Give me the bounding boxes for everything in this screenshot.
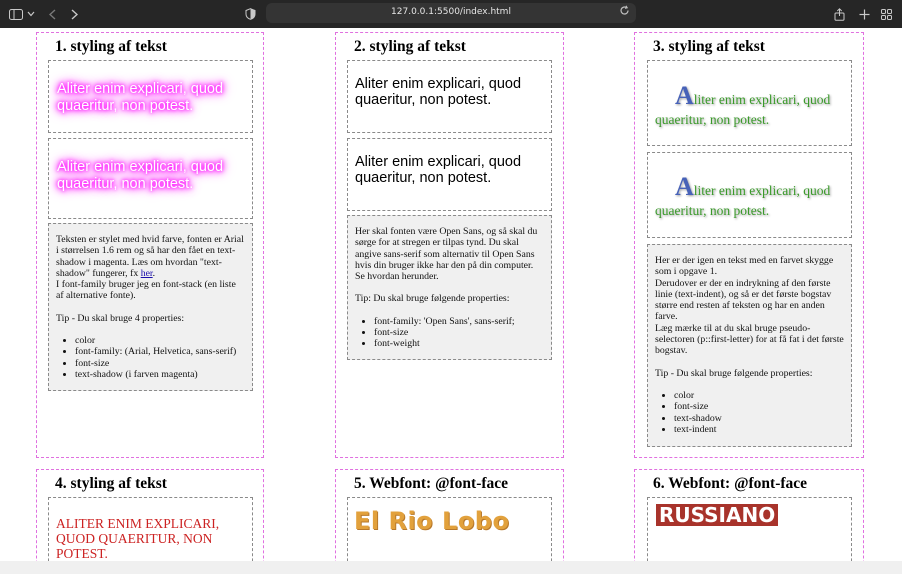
instructions-box: Teksten er stylet med hvid farve, fonten… <box>48 223 253 391</box>
drop-cap: A <box>675 81 694 110</box>
list-item: text-shadow (i farven magenta) <box>75 369 245 380</box>
example-box-6: RUSSIANO <box>647 497 852 561</box>
instructions-text: Læg mærke til at du skal bruge pseudo-se… <box>655 322 844 357</box>
glow-text: Aliter enim explicari, quod quaeritur, n… <box>57 159 224 192</box>
glow-text: Aliter enim explicari, quod quaeritur, n… <box>57 81 224 114</box>
list-item: font-size <box>75 358 245 369</box>
exercise-6: 6. Webfont: @font-face RUSSIANO <box>634 469 864 561</box>
new-tab-icon[interactable] <box>857 5 871 23</box>
properties-list: color font-size text-shadow text-indent <box>655 390 844 435</box>
reload-icon[interactable] <box>619 5 630 19</box>
instructions-box: Her skal fonten være Open Sans, og så sk… <box>347 215 552 360</box>
instructions-text: I font-family bruger jeg en font-stack (… <box>56 279 236 302</box>
indented-text: Aliter enim explicari, quod quaeritur, n… <box>655 172 831 219</box>
example-box-1a: Aliter enim explicari, quod quaeritur, n… <box>48 60 253 133</box>
exercise-5: 5. Webfont: @font-face El Rio Lobo <box>335 469 564 561</box>
instructions-text: Her er der igen en tekst med en farvet s… <box>655 255 834 278</box>
address-bar[interactable]: 127.0.0.1:5500/index.html <box>266 3 636 23</box>
back-icon[interactable] <box>46 5 58 23</box>
forward-icon[interactable] <box>68 5 80 23</box>
sans-text: Aliter enim explicari, quod quaeritur, n… <box>355 154 522 186</box>
bottom-bar <box>0 561 902 574</box>
share-icon[interactable] <box>832 5 846 23</box>
list-item: font-weight <box>374 338 544 349</box>
exercise-4: 4. styling af tekst Aliter enim explicar… <box>36 469 264 561</box>
webfont-sample: RUSSIANO <box>656 504 779 526</box>
drop-cap: A <box>675 172 694 201</box>
properties-list: font-family: 'Open Sans', sans-serif; fo… <box>355 316 544 350</box>
page-content: 1. styling af tekst Aliter enim explicar… <box>0 28 902 561</box>
list-item: color <box>75 335 245 346</box>
list-item: color <box>674 390 844 401</box>
example-box-5: El Rio Lobo <box>347 497 552 561</box>
chevron-down-icon[interactable] <box>26 5 36 23</box>
exercise-1-title: 1. styling af tekst <box>55 38 167 55</box>
shield-icon[interactable] <box>243 5 257 23</box>
sidebar-icon[interactable] <box>8 5 24 23</box>
exercise-5-title: 5. Webfont: @font-face <box>354 475 509 492</box>
list-item: font-family: 'Open Sans', sans-serif; <box>374 316 544 327</box>
sans-text: Aliter enim explicari, quod quaeritur, n… <box>355 76 522 108</box>
exercise-1: 1. styling af tekst Aliter enim explicar… <box>36 32 264 458</box>
browser-toolbar: 127.0.0.1:5500/index.html <box>0 0 902 28</box>
list-item: text-shadow <box>674 413 844 424</box>
url-text: 127.0.0.1:5500/index.html <box>391 7 511 17</box>
example-box-2b: Aliter enim explicari, quod quaeritur, n… <box>347 138 552 211</box>
tab-overview-icon[interactable] <box>879 5 893 23</box>
list-item: font-size <box>374 327 544 338</box>
example-box-2a: Aliter enim explicari, quod quaeritur, n… <box>347 60 552 133</box>
exercise-6-title: 6. Webfont: @font-face <box>653 475 808 492</box>
exercise-2: 2. styling af tekst Aliter enim explicar… <box>335 32 564 458</box>
instructions-text: Her skal fonten være Open Sans, og så sk… <box>355 226 538 283</box>
exercise-4-title: 4. styling af tekst <box>55 475 167 492</box>
webfont-sample: El Rio Lobo <box>354 507 510 535</box>
indented-text: Aliter enim explicari, quod quaeritur, n… <box>655 81 831 128</box>
example-box-3b: Aliter enim explicari, quod quaeritur, n… <box>647 152 852 238</box>
instructions-text: Teksten er stylet med hvid farve, fonten… <box>56 234 244 279</box>
exercise-3-title: 3. styling af tekst <box>653 38 765 55</box>
example-box-1b: Aliter enim explicari, quod quaeritur, n… <box>48 138 253 219</box>
example-box-4: Aliter enim explicari, quod quaeritur, n… <box>48 497 253 561</box>
instructions-text: Derudover er der en indrykning af den fø… <box>655 277 832 323</box>
example-box-3a: Aliter enim explicari, quod quaeritur, n… <box>647 60 852 146</box>
tip-text: Tip - Du skal bruge følgende properties: <box>655 367 813 379</box>
instructions-box: Her er der igen en tekst med en farvet s… <box>647 244 852 447</box>
properties-list: color font-family: (Arial, Helvetica, sa… <box>56 335 245 380</box>
tip-text: Tip: Du skal bruge følgende properties: <box>355 293 510 305</box>
list-item: font-size <box>674 401 844 412</box>
list-item: font-family: (Arial, Helvetica, sans-ser… <box>75 346 245 357</box>
her-link[interactable]: her <box>141 268 153 279</box>
exercise-2-title: 2. styling af tekst <box>354 38 466 55</box>
uppercase-text: Aliter enim explicari, quod quaeritur, n… <box>56 516 220 561</box>
list-item: text-indent <box>674 424 844 435</box>
exercise-3: 3. styling af tekst Aliter enim explicar… <box>634 32 864 458</box>
tip-text: Tip - Du skal bruge 4 properties: <box>56 312 185 324</box>
